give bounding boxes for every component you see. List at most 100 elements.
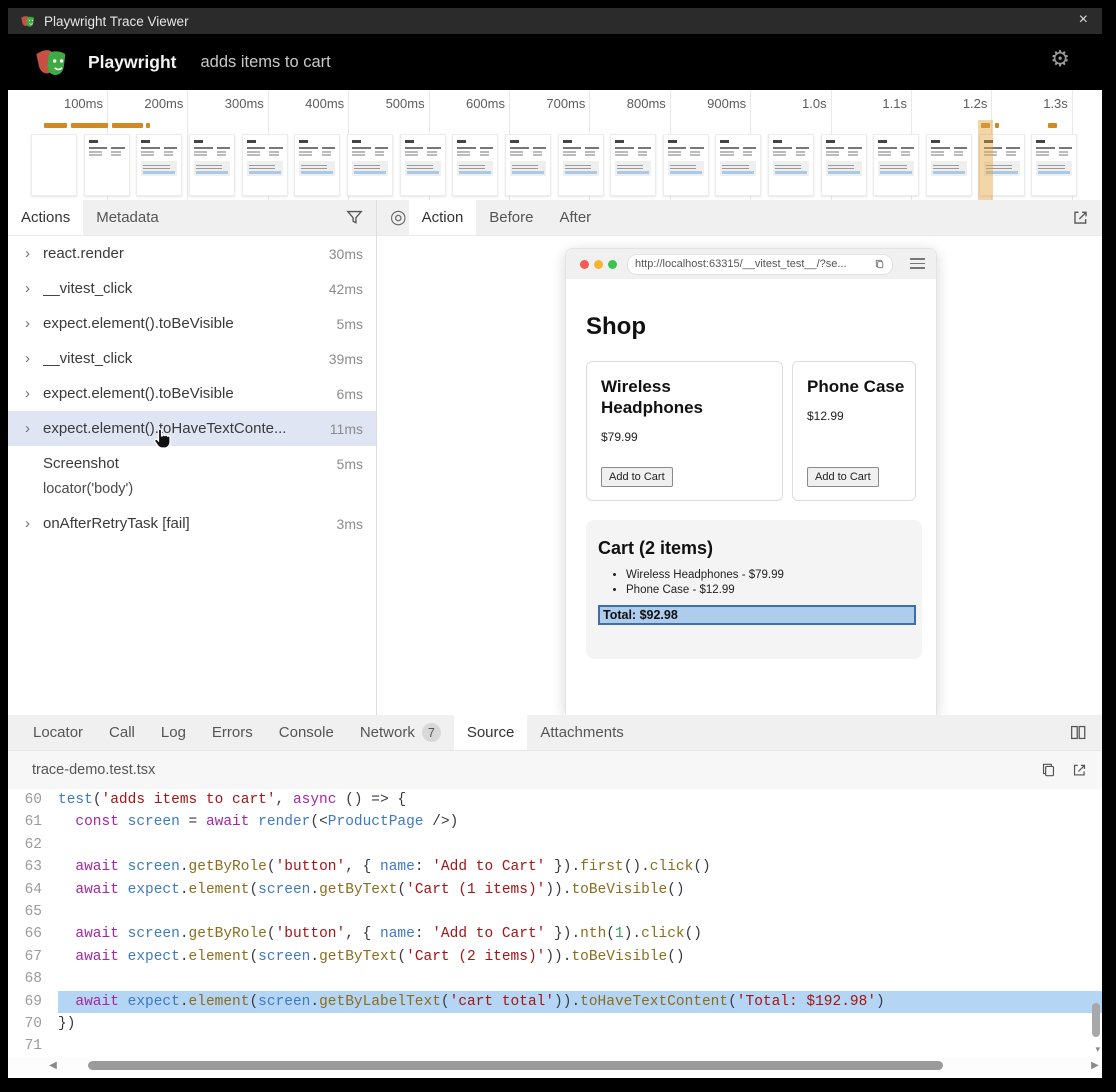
tab-metadata[interactable]: Metadata: [83, 200, 172, 235]
gear-icon[interactable]: ⚙: [1050, 48, 1070, 70]
scroll-right-icon[interactable]: ▶: [1088, 1060, 1102, 1071]
action-row[interactable]: ›react.render30ms: [8, 236, 376, 271]
open-external-icon[interactable]: [1071, 208, 1090, 227]
tab-log[interactable]: Log: [148, 715, 199, 750]
action-title: onAfterRetryTask [fail]: [43, 515, 337, 532]
chevron-right-icon[interactable]: ›: [25, 245, 39, 262]
line-number: 70: [8, 1013, 42, 1035]
timeline-thumbnail[interactable]: [84, 134, 130, 196]
copy-source-icon[interactable]: [1040, 761, 1057, 779]
chevron-right-icon[interactable]: ›: [25, 280, 39, 297]
thumb-products: [247, 147, 283, 157]
url-bar: http://localhost:63315/__vitest_test__/?…: [627, 254, 893, 275]
tab-attachments[interactable]: Attachments: [527, 715, 636, 750]
action-duration: 11ms: [330, 421, 363, 437]
actions-panel: ActionsMetadata ›react.render30ms›__vite…: [8, 200, 376, 715]
timeline-tick-label: 200ms: [113, 96, 183, 111]
horizontal-scrollbar[interactable]: ◀ ▶: [8, 1057, 1102, 1074]
timeline-thumbnail[interactable]: [926, 134, 972, 196]
horizontal-scrollbar-thumb[interactable]: [88, 1061, 943, 1070]
timeline[interactable]: 100ms200ms300ms400ms500ms600ms700ms800ms…: [8, 90, 1102, 201]
thumb-cart: [563, 161, 599, 176]
chevron-right-icon[interactable]: ›: [25, 515, 39, 532]
split-view-icon[interactable]: [1068, 723, 1088, 742]
timeline-thumbnail[interactable]: [610, 134, 656, 196]
action-row[interactable]: ›expect.element().toHaveTextConte...11ms: [8, 411, 376, 446]
action-title: expect.element().toBeVisible: [43, 385, 337, 402]
timeline-thumbnail[interactable]: [452, 134, 498, 196]
code-content: const screen = await render(<ProductPage…: [58, 811, 1102, 833]
timeline-thumbnail[interactable]: [294, 134, 340, 196]
add-to-cart-button[interactable]: Add to Cart: [601, 467, 673, 487]
snapshot-panel: ◎ Action BeforeAfter http://localhost:633…: [377, 200, 1102, 715]
scroll-left-icon[interactable]: ◀: [46, 1060, 60, 1071]
scroll-down-icon[interactable]: ▾: [1095, 1044, 1100, 1055]
menu-icon[interactable]: [910, 258, 925, 272]
vertical-scrollbar-thumb[interactable]: [1092, 1003, 1100, 1037]
timeline-thumbnail[interactable]: [136, 134, 182, 196]
close-icon[interactable]: ×: [1079, 11, 1088, 29]
chevron-right-icon[interactable]: ›: [25, 385, 39, 402]
thumb-products: [826, 147, 862, 157]
action-row[interactable]: ›__vitest_click39ms: [8, 341, 376, 376]
timeline-thumbnail[interactable]: [400, 134, 446, 196]
timeline-thumbnail[interactable]: [558, 134, 604, 196]
timeline-thumbnail[interactable]: [768, 134, 814, 196]
action-row[interactable]: ›expect.element().toBeVisible5ms: [8, 306, 376, 341]
tab-call[interactable]: Call: [96, 715, 148, 750]
thumb-product: [375, 147, 388, 157]
thumb-heading: [405, 140, 414, 143]
tab-actions[interactable]: Actions: [8, 200, 83, 235]
timeline-thumbnail[interactable]: [715, 134, 761, 196]
vertical-scrollbar[interactable]: ▾: [1090, 789, 1100, 1057]
timeline-thumbnail[interactable]: [347, 134, 393, 196]
thumb-product: [690, 147, 703, 157]
tab-source[interactable]: Source: [454, 715, 528, 750]
action-duration: 30ms: [329, 246, 363, 262]
code-line: 62: [8, 834, 1102, 856]
timeline-thumbnail[interactable]: [663, 134, 709, 196]
url-text: http://localhost:63315/__vitest_test__/?…: [635, 258, 874, 270]
action-row[interactable]: ›onAfterRetryTask [fail]3ms: [8, 506, 376, 541]
copy-url-icon[interactable]: [874, 258, 885, 270]
tab-locator[interactable]: Locator: [20, 715, 96, 750]
timeline-thumbnail[interactable]: [505, 134, 551, 196]
action-row[interactable]: ›Screenshot5ms: [8, 446, 376, 481]
tab-network[interactable]: Network7: [347, 715, 454, 750]
main-split: ActionsMetadata ›react.render30ms›__vite…: [8, 200, 1102, 715]
thumb-heading: [457, 140, 466, 143]
timeline-thumbnail[interactable]: [821, 134, 867, 196]
tab-errors[interactable]: Errors: [199, 715, 266, 750]
timeline-thumbnail[interactable]: [873, 134, 919, 196]
chevron-right-icon[interactable]: ›: [25, 350, 39, 367]
thumb-heading: [878, 140, 887, 143]
filter-icon[interactable]: [345, 208, 364, 227]
timeline-tick-label: 1.0s: [757, 96, 827, 111]
line-number: 65: [8, 901, 42, 923]
thumb-product: [848, 147, 861, 157]
tab-console[interactable]: Console: [266, 715, 347, 750]
action-row[interactable]: ›expect.element().toBeVisible6ms: [8, 376, 376, 411]
tab-label: Action: [422, 209, 464, 226]
thumb-products: [352, 147, 388, 157]
action-row[interactable]: ›__vitest_click42ms: [8, 271, 376, 306]
thumb-product: [638, 147, 651, 157]
action-title: expect.element().toHaveTextConte...: [43, 420, 330, 437]
horizontal-scrollbar-track[interactable]: [60, 1061, 1088, 1070]
timeline-thumbnail[interactable]: [189, 134, 235, 196]
timeline-thumbnail[interactable]: [1031, 134, 1077, 196]
timeline-tick-label: 1.1s: [837, 96, 907, 111]
open-source-external-icon[interactable]: [1071, 761, 1088, 779]
code-line: 64 await expect.element(screen.getByText…: [8, 879, 1102, 901]
pick-locator-icon[interactable]: ◎: [390, 200, 407, 235]
timeline-thumbnail[interactable]: [242, 134, 288, 196]
chevron-right-icon[interactable]: ›: [25, 315, 39, 332]
thumb-cart: [668, 161, 704, 176]
tab-before[interactable]: Before: [476, 200, 546, 235]
timeline-thumbnail[interactable]: [31, 134, 77, 196]
tab-action[interactable]: Action: [409, 200, 477, 235]
add-to-cart-button[interactable]: Add to Cart: [807, 467, 879, 487]
chevron-right-icon[interactable]: ›: [25, 420, 39, 437]
tab-after[interactable]: After: [547, 200, 605, 235]
thumb-product: [194, 147, 213, 157]
